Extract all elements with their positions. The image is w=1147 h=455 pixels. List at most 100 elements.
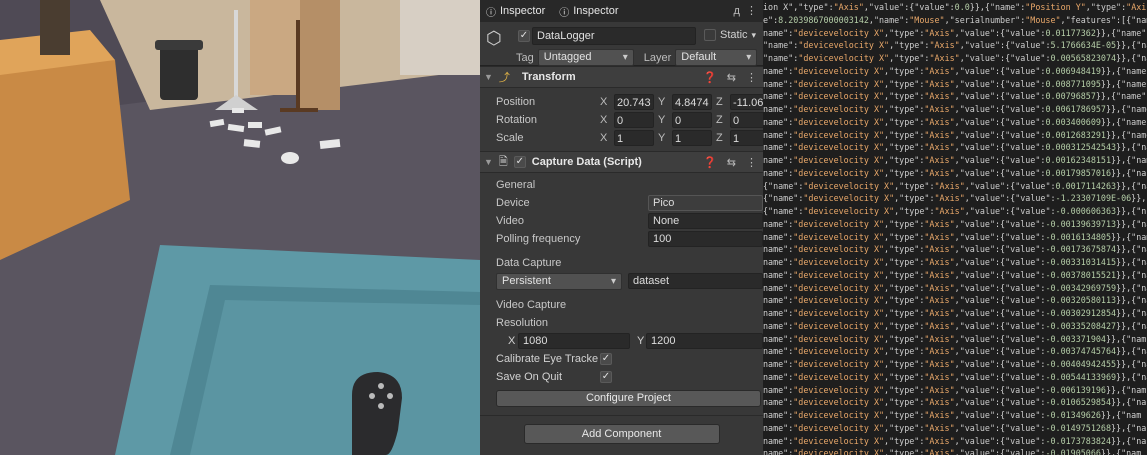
position-z-field[interactable]: -11.066 [730,94,763,110]
section-general: General [480,176,763,194]
scale-x-field[interactable]: 1 [614,130,654,146]
row-label: Rotation [496,114,537,126]
video-field[interactable]: None [648,213,763,229]
section-video-capture: Video Capture [480,296,763,314]
transform-row-scale: Scale X1 Y1 Z1 [480,129,763,147]
component-enabled-checkbox[interactable]: ✓ [513,156,526,168]
tab-actions: д ⋮ [733,4,757,17]
game-view[interactable] [0,0,480,455]
section-label: General [496,179,536,191]
help-icon[interactable]: ❓ [703,71,717,84]
object-active-checkbox[interactable]: ✓ [518,30,530,42]
kebab-menu-icon[interactable]: ⋮ [746,5,757,17]
resolution-label-row: Resolution [480,314,763,332]
json-line: name":"devicevelocity X","type":"Axis","… [763,371,1147,382]
dataset-field[interactable]: dataset [628,273,763,289]
device-row: Device Pico [480,194,763,212]
add-component-wrapper: Add Component [480,415,763,444]
static-toggle[interactable]: Static ▾ [704,29,756,41]
section-label: Video Capture [496,299,567,311]
json-line: name":"devicevelocity X","type":"Axis","… [763,384,1147,395]
scale-z-field[interactable]: 1 [730,130,763,146]
json-line: name":"devicevelocity X","type":"Axis","… [763,167,1147,178]
json-line: name":"devicevelocity X","type":"Axis","… [763,333,1147,344]
position-y-field[interactable]: 4.8474 [672,94,712,110]
configure-wrapper: Configure Project [480,386,763,407]
res-x-label: X [508,335,516,347]
res-y-field[interactable]: 1200 [646,333,763,349]
preset-icon[interactable]: ⇆ [727,156,736,169]
data-capture-row: Persistent dataset [480,272,763,290]
component-title: Transform [521,71,576,83]
kebab-menu-icon[interactable]: ⋮ [746,71,757,84]
scene-render [0,0,480,455]
json-line: name":"devicevelocity X","type":"Axis","… [763,142,1147,153]
add-component-button[interactable]: Add Component [523,424,720,444]
static-label: Static [720,29,748,41]
video-row: Video None [480,212,763,230]
json-line: name":"devicevelocity X","type":"Axis","… [763,269,1147,280]
help-icon[interactable]: ❓ [703,156,717,169]
json-line: name":"devicevelocity X","type":"Axis","… [763,91,1147,102]
json-line: name":"devicevelocity X","type":"Axis","… [763,129,1147,140]
polling-field[interactable]: 100 [648,231,763,247]
section-data-capture: Data Capture [480,254,763,272]
foldout-arrow-icon[interactable]: ▼ [484,72,493,82]
json-line: name":"devicevelocity X","type":"Axis","… [763,155,1147,165]
json-line: "name":"devicevelocity X","type":"Axis",… [763,53,1147,63]
transform-row-position: Position X20.743 Y4.8474 Z-11.066 [480,93,763,111]
configure-project-button[interactable]: Configure Project [496,390,761,407]
component-title: Capture Data (Script) [531,156,642,168]
scale-y-field[interactable]: 1 [672,130,712,146]
save-on-quit-checkbox[interactable]: ✓ [600,371,612,383]
device-label: Device [496,197,530,209]
static-checkbox[interactable] [704,29,716,41]
polling-label: Polling frequency [496,233,581,245]
tab-inspector-2[interactable]: ⓘ Inspector [559,4,618,19]
json-line: name":"devicevelocity X","type":"Axis","… [763,448,1142,455]
json-line: name":"devicevelocity X","type":"Axis","… [763,116,1147,127]
transform-body: Position X20.743 Y4.8474 Z-11.066 Rotati… [480,88,763,151]
calibrate-checkbox[interactable]: ✓ [600,353,612,365]
tab-label: Inspector [573,5,619,17]
json-line: name":"devicevelocity X","type":"Axis","… [763,244,1147,255]
tab-inspector-1[interactable]: ⓘ Inspector [486,4,545,19]
json-line: name":"devicevelocity X","type":"Axis","… [763,282,1147,293]
transform-header[interactable]: ▼ ⤴ Transform ❓ ⇆ ⋮ [480,66,763,88]
preset-icon[interactable]: ⇆ [727,71,736,84]
json-line: {"name":"devicevelocity X","type":"Axis"… [763,180,1147,191]
json-line: {"name":"devicevelocity X","type":"Axis"… [763,206,1147,216]
kebab-menu-icon[interactable]: ⋮ [746,156,757,169]
video-label: Video [496,215,524,227]
json-line: name":"devicevelocity X","type":"Axis","… [763,231,1147,242]
tab-label: Inspector [500,5,546,17]
resolution-label: Resolution [496,317,548,329]
json-line: name":"devicevelocity X","type":"Axis","… [763,308,1147,318]
chevron-down-icon[interactable]: ▾ [752,30,757,41]
res-y-label: Y [637,335,645,347]
inspector-tab-bar: ⓘ Inspector ⓘ Inspector д ⋮ [480,0,763,22]
rotation-z-field[interactable]: 0 [730,112,763,128]
json-line: e":8.2039867000003142,"name":"Mouse","se… [763,14,1147,25]
position-x-field[interactable]: 20.743 [614,94,654,110]
tag-dropdown[interactable]: Untagged [537,49,634,66]
layer-dropdown[interactable]: Default [675,49,758,66]
res-x-field[interactable]: 1080 [518,333,630,349]
object-header: ⬡ ✓ DataLogger Static ▾ Tag Untagged Laye… [480,22,763,66]
object-name-field[interactable]: DataLogger [532,27,696,45]
script-icon: 🗎 [498,155,508,168]
json-line: name":"devicevelocity X","type":"Axis","… [763,410,1142,420]
json-line: name":"devicevelocity X","type":"Axis","… [763,257,1147,267]
device-field[interactable]: Pico [648,195,763,211]
lock-icon[interactable]: д [733,5,739,17]
transform-icon: ⤴ [498,72,510,84]
data-mode-dropdown[interactable]: Persistent [496,272,622,290]
rotation-x-field[interactable]: 0 [614,112,654,128]
rotation-y-field[interactable]: 0 [672,112,712,128]
save-on-quit-row: Save On Quit ✓ [480,368,763,386]
capture-data-header[interactable]: ▼ 🗎 ✓ Capture Data (Script) ❓ ⇆ ⋮ [480,151,763,173]
save-on-quit-label: Save On Quit [496,371,563,383]
row-label: Position [496,96,536,108]
foldout-arrow-icon[interactable]: ▼ [484,157,493,167]
info-icon: ⓘ [559,7,570,19]
